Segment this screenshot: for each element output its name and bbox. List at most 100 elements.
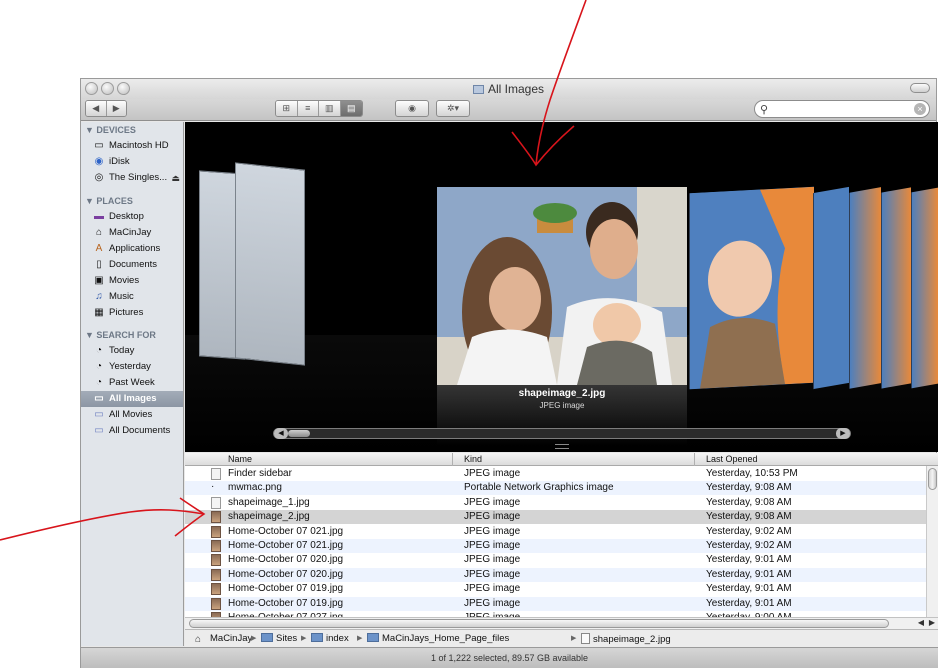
clock-icon: ◔ bbox=[95, 377, 103, 388]
image-file-icon bbox=[211, 583, 221, 596]
desktop-icon: ▬ bbox=[94, 211, 104, 222]
table-row[interactable]: Home-October 07 019.jpg JPEG image Yesterd… bbox=[185, 582, 926, 596]
finder-window: All Images ◀ ▶ ⊞ ≡ ▥ ▤ ◉ ✲▾ ⚲ × ▼ DEVICE… bbox=[80, 78, 938, 668]
search-field[interactable]: ⚲ × bbox=[754, 100, 930, 118]
clear-search-icon[interactable]: × bbox=[914, 103, 926, 115]
idisk-icon: ◉ bbox=[94, 156, 104, 167]
icon-view-icon[interactable]: ⊞ bbox=[276, 101, 298, 116]
table-row[interactable]: Home-October 07 020.jpg JPEG image Yesterd… bbox=[185, 553, 926, 567]
forward-arrow-icon[interactable]: ▶ bbox=[106, 101, 126, 116]
sidebar-item-music[interactable]: ♫ Music bbox=[81, 289, 183, 305]
cell-last-opened: Yesterday, 9:02 AM bbox=[706, 540, 792, 551]
smart-folder-icon: ▭ bbox=[94, 425, 104, 436]
sidebar-item-all-movies[interactable]: ▭ All Movies bbox=[81, 407, 183, 423]
path-item-home-page-files[interactable]: MaCinJays_Home_Page_files bbox=[367, 633, 509, 644]
sidebar-item-movies[interactable]: ▣ Movies bbox=[81, 273, 183, 289]
coverflow-view-icon[interactable]: ▤ bbox=[340, 101, 362, 116]
search-input[interactable] bbox=[775, 102, 905, 116]
cell-kind: JPEG image bbox=[464, 468, 521, 479]
eject-icon[interactable]: ⏏ bbox=[171, 170, 180, 186]
sidebar-item-pictures[interactable]: ▦ Pictures bbox=[81, 305, 183, 321]
list-view-icon[interactable]: ≡ bbox=[297, 101, 319, 116]
file-icon bbox=[211, 468, 221, 480]
cover-flow-left-stack[interactable] bbox=[199, 162, 309, 366]
path-item-home[interactable]: ⌂ MaCinJay bbox=[195, 633, 252, 645]
sidebar-item-desktop[interactable]: ▬ Desktop bbox=[81, 209, 183, 225]
column-view-icon[interactable]: ▥ bbox=[319, 101, 341, 116]
horizontal-scrollbar[interactable]: ◀ ▶ bbox=[185, 617, 938, 629]
sidebar-item-yesterday[interactable]: ◔ Yesterday bbox=[81, 359, 183, 375]
title-bar[interactable]: All Images bbox=[81, 79, 936, 99]
cover-flow-item[interactable] bbox=[689, 186, 814, 390]
vertical-scrollbar[interactable] bbox=[926, 466, 938, 617]
path-item-index[interactable]: index bbox=[311, 633, 349, 644]
scroll-right-icon[interactable]: ▶ bbox=[929, 618, 935, 627]
table-row[interactable]: Home-October 07 019.jpg JPEG image Yesterd… bbox=[185, 596, 926, 611]
clock-icon: ◔ bbox=[95, 361, 103, 372]
sidebar-item-today[interactable]: ◔ Today bbox=[81, 343, 183, 359]
scroll-left-icon[interactable]: ◀ bbox=[274, 428, 288, 439]
toolbar: ◀ ▶ ⊞ ≡ ▥ ▤ ◉ ✲▾ ⚲ × bbox=[81, 99, 936, 121]
cover-flow-item[interactable] bbox=[813, 186, 849, 390]
table-row[interactable]: shapeimage_1.jpg JPEG image Yesterday, 9:0… bbox=[185, 496, 926, 510]
cell-kind: JPEG image bbox=[464, 496, 521, 508]
sidebar-item-applications[interactable]: A Applications bbox=[81, 241, 183, 257]
cell-last-opened: Yesterday, 9:08 AM bbox=[706, 496, 792, 508]
cover-flow-scrollbar[interactable]: ◀ ▶ bbox=[273, 428, 851, 439]
cover-flow-selected-photo[interactable] bbox=[437, 187, 687, 385]
column-header-kind[interactable]: Kind bbox=[464, 454, 482, 464]
table-row[interactable]: Home-October 07 021.jpg JPEG image Yesterd… bbox=[185, 539, 926, 553]
sidebar-header-devices[interactable]: ▼ DEVICES bbox=[85, 125, 136, 135]
cover-flow-item[interactable] bbox=[881, 187, 911, 389]
sidebar-header-search-for[interactable]: ▼ SEARCH FOR bbox=[85, 330, 156, 340]
column-divider[interactable] bbox=[694, 453, 695, 466]
scroll-left-icon[interactable]: ◀ bbox=[918, 618, 924, 627]
smart-folder-icon: ▭ bbox=[94, 409, 104, 420]
table-row[interactable]: · mwmac.png Portable Network Graphics imag… bbox=[185, 481, 926, 496]
image-file-icon bbox=[211, 568, 221, 581]
cell-kind: JPEG image bbox=[464, 511, 521, 523]
cell-kind: JPEG image bbox=[464, 554, 521, 566]
toolbar-toggle-button[interactable] bbox=[910, 83, 930, 93]
clock-icon: ◔ bbox=[95, 345, 103, 356]
sidebar-item-documents[interactable]: ▯ Documents bbox=[81, 257, 183, 273]
cover-flow-item[interactable] bbox=[911, 187, 938, 389]
cell-name: Home-October 07 019.jpg bbox=[228, 583, 344, 595]
image-file-icon bbox=[211, 554, 221, 567]
split-resize-handle[interactable] bbox=[555, 444, 569, 449]
sidebar-item-macintosh-hd[interactable]: ▭ Macintosh HD bbox=[81, 138, 183, 154]
column-header-last-opened[interactable]: Last Opened bbox=[706, 454, 758, 464]
cell-last-opened: Yesterday, 9:08 AM bbox=[706, 511, 792, 523]
quick-look-button[interactable]: ◉ bbox=[395, 100, 429, 117]
sidebar-item-all-documents[interactable]: ▭ All Documents bbox=[81, 423, 183, 439]
table-row[interactable]: Finder sidebar JPEG image Yesterday, 10:53… bbox=[185, 467, 926, 481]
cell-last-opened: Yesterday, 9:01 AM bbox=[706, 568, 792, 580]
sidebar-item-all-images[interactable]: ▭ All Images bbox=[81, 391, 183, 407]
cover-flow-scroll-thumb[interactable] bbox=[288, 430, 310, 437]
search-icon: ⚲ bbox=[760, 104, 769, 116]
path-item-sites[interactable]: Sites bbox=[261, 633, 297, 644]
cover-flow-view[interactable]: shapeimage_2.jpg JPEG image ◀ ▶ bbox=[185, 122, 938, 452]
sidebar-item-past-week[interactable]: ◔ Past Week bbox=[81, 375, 183, 391]
cell-name: Home-October 07 020.jpg bbox=[228, 568, 344, 580]
table-row[interactable]: shapeimage_2.jpg JPEG image Yesterday, 9:0… bbox=[185, 510, 926, 525]
back-arrow-icon[interactable]: ◀ bbox=[86, 101, 107, 116]
vertical-scroll-thumb[interactable] bbox=[928, 468, 937, 490]
cover-flow-item[interactable] bbox=[235, 162, 305, 366]
column-divider[interactable] bbox=[452, 453, 453, 466]
path-separator-icon: ▶ bbox=[571, 635, 577, 642]
sidebar-item-the-singles[interactable]: ◎ The Singles... ⏏ bbox=[81, 170, 183, 186]
action-menu-button[interactable]: ✲▾ bbox=[436, 100, 470, 117]
cover-flow-item[interactable] bbox=[849, 187, 881, 389]
sidebar-item-idisk[interactable]: ◉ iDisk bbox=[81, 154, 183, 170]
scroll-right-icon[interactable]: ▶ bbox=[836, 428, 850, 439]
file-icon: · bbox=[211, 481, 215, 493]
sidebar-header-places[interactable]: ▼ PLACES bbox=[85, 196, 133, 206]
table-row[interactable]: Home-October 07 020.jpg JPEG image Yesterd… bbox=[185, 567, 926, 582]
table-row[interactable]: Home-October 07 021.jpg JPEG image Yesterd… bbox=[185, 525, 926, 539]
horizontal-scroll-thumb[interactable] bbox=[189, 619, 889, 628]
cell-kind: JPEG image bbox=[464, 597, 521, 609]
path-item-file[interactable]: shapeimage_2.jpg bbox=[581, 633, 671, 645]
column-header-name[interactable]: Name bbox=[228, 454, 252, 464]
sidebar-item-macinjay[interactable]: ⌂ MaCinJay bbox=[81, 225, 183, 241]
